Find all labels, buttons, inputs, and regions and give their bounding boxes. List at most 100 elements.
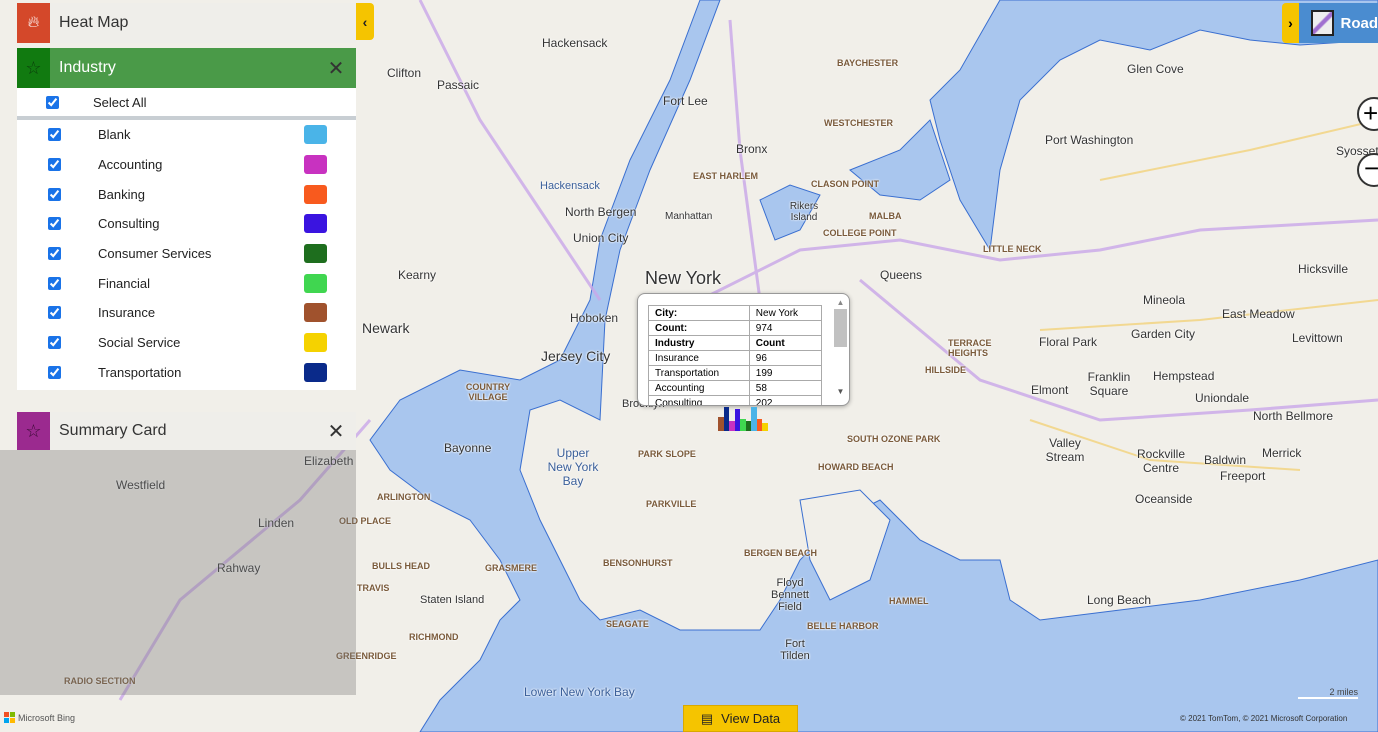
scale-label: 2 miles [1329, 687, 1358, 697]
map-label: Bronx [736, 142, 768, 156]
map-label: Mineola [1143, 293, 1186, 307]
industry-checkbox[interactable] [48, 217, 61, 231]
map-label: Fort Lee [663, 94, 708, 108]
industry-checkbox[interactable] [48, 365, 61, 379]
info-popup: City: New York Count: 974 Industry Count In… [637, 293, 850, 406]
count-col-header: Count [748, 335, 823, 351]
star-icon: ☆ [17, 412, 50, 450]
chevron-right-icon: › [1288, 15, 1293, 31]
industry-item[interactable]: Banking [17, 179, 356, 209]
scale-bar: 2 miles [1298, 687, 1358, 699]
industry-cell: Insurance [648, 350, 750, 366]
map-label: Lower New York Bay [524, 685, 635, 699]
industry-item[interactable]: Transportation [17, 358, 356, 388]
select-all-label: Select All [93, 94, 147, 110]
map-label: Hackensack [540, 180, 600, 192]
industry-item[interactable]: Accounting [17, 150, 356, 180]
map-label: Staten Island [420, 594, 485, 606]
map-label: GRASMERE [485, 563, 538, 573]
map-label: Freeport [1220, 469, 1266, 483]
industry-item[interactable]: Consumer Services [17, 239, 356, 269]
close-icon[interactable]: ✕ [316, 419, 356, 444]
color-swatch[interactable] [304, 303, 327, 323]
industry-item[interactable]: Blank [17, 120, 356, 150]
industry-checkbox[interactable] [48, 187, 61, 201]
industry-cell: Accounting [648, 380, 750, 396]
industry-item[interactable]: Consulting [17, 209, 356, 239]
map-label: Floral Park [1039, 335, 1098, 349]
map-label: Jersey City [541, 348, 611, 364]
industry-checkbox[interactable] [48, 276, 61, 290]
map-label: North Bellmore [1253, 409, 1334, 423]
color-swatch[interactable] [304, 362, 327, 382]
plus-icon: + [1363, 98, 1378, 128]
industry-label: Financial [98, 275, 151, 291]
chevron-left-icon: ‹ [362, 13, 368, 30]
view-data-button[interactable]: ▤ View Data [683, 705, 798, 732]
map-label: TERRACE HEIGHTS [948, 338, 992, 358]
map-label: PARKVILLE [646, 499, 697, 509]
industry-panel: ☆ Industry ✕ Select All Blank Accounting B… [17, 48, 356, 391]
color-swatch[interactable] [304, 184, 327, 204]
popup-scrollbar[interactable]: ▲ ▼ [834, 298, 847, 401]
select-all-checkbox[interactable] [46, 95, 59, 109]
industry-item[interactable]: Financial [17, 268, 356, 298]
map-label: RICHMOND [409, 632, 459, 642]
industry-checkbox[interactable] [48, 306, 61, 320]
color-swatch[interactable] [304, 155, 327, 175]
industry-checkbox[interactable] [48, 247, 61, 261]
map-label: MALBA [869, 211, 902, 221]
map-label: Franklin Square [1087, 370, 1131, 398]
industry-chart-marker[interactable] [718, 405, 768, 431]
map-label: BAYCHESTER [837, 58, 899, 68]
map-label: Hicksville [1298, 262, 1349, 276]
count-cell: 199 [748, 365, 823, 381]
select-all-row[interactable]: Select All [17, 88, 356, 120]
map-label: Uniondale [1195, 391, 1250, 405]
map-label: LITTLE NECK [983, 244, 1042, 254]
industry-col-header: Industry [648, 335, 750, 351]
color-swatch[interactable] [304, 333, 327, 353]
industry-checkbox[interactable] [48, 158, 61, 172]
industry-label: Consulting [98, 216, 160, 232]
industry-checkbox[interactable] [48, 128, 61, 142]
map-label: WESTCHESTER [824, 118, 894, 128]
popup-row: Insurance 96 [648, 350, 823, 366]
color-swatch[interactable] [304, 244, 327, 264]
map-label: PARK SLOPE [638, 449, 696, 459]
map-label: BENSONHURST [603, 558, 673, 568]
map-label: Clifton [387, 66, 422, 80]
attribution: © 2021 TomTom, © 2021 Microsoft Corporat… [1180, 714, 1348, 723]
map-label: EAST HARLEM [693, 171, 758, 181]
industry-checkbox[interactable] [48, 336, 61, 350]
map-label-new-york: New York [645, 268, 722, 288]
map-label: Rockville Centre [1136, 447, 1185, 475]
industry-item[interactable]: Insurance [17, 298, 356, 328]
map-label: Manhattan [665, 211, 713, 222]
map-label: Hoboken [570, 311, 619, 325]
map-label: COUNTRY VILLAGE [465, 382, 511, 402]
close-icon[interactable]: ✕ [316, 56, 356, 81]
summary-card-header[interactable]: ☆ Summary Card ✕ [17, 412, 356, 450]
map-type-button[interactable]: Road [1299, 3, 1378, 43]
color-swatch[interactable] [304, 273, 327, 293]
map-label: BELLE HARBOR [807, 621, 879, 631]
popup-row: Accounting 58 [648, 380, 823, 396]
map-label: Queens [880, 268, 923, 282]
collapse-panel-button[interactable]: ‹ [356, 3, 374, 40]
industry-item[interactable]: Social Service [17, 328, 356, 358]
expand-map-type-button[interactable]: › [1282, 3, 1299, 43]
map-label: Passaic [437, 78, 480, 92]
city-value: New York [749, 305, 823, 321]
map-label: Bayonne [444, 441, 492, 455]
map-label: Merrick [1262, 446, 1302, 460]
color-swatch[interactable] [304, 214, 327, 234]
color-swatch[interactable] [304, 125, 327, 145]
map-label: Floyd Bennett Field [771, 577, 809, 613]
view-data-label: View Data [721, 711, 781, 726]
heatmap-header[interactable]: 🔥︎ Heat Map [17, 3, 356, 43]
list-icon: ▤ [700, 710, 714, 726]
popup-row: Transportation 199 [648, 365, 823, 381]
map-label: HILLSIDE [925, 365, 967, 375]
bing-logo: Microsoft Bing [4, 712, 75, 723]
